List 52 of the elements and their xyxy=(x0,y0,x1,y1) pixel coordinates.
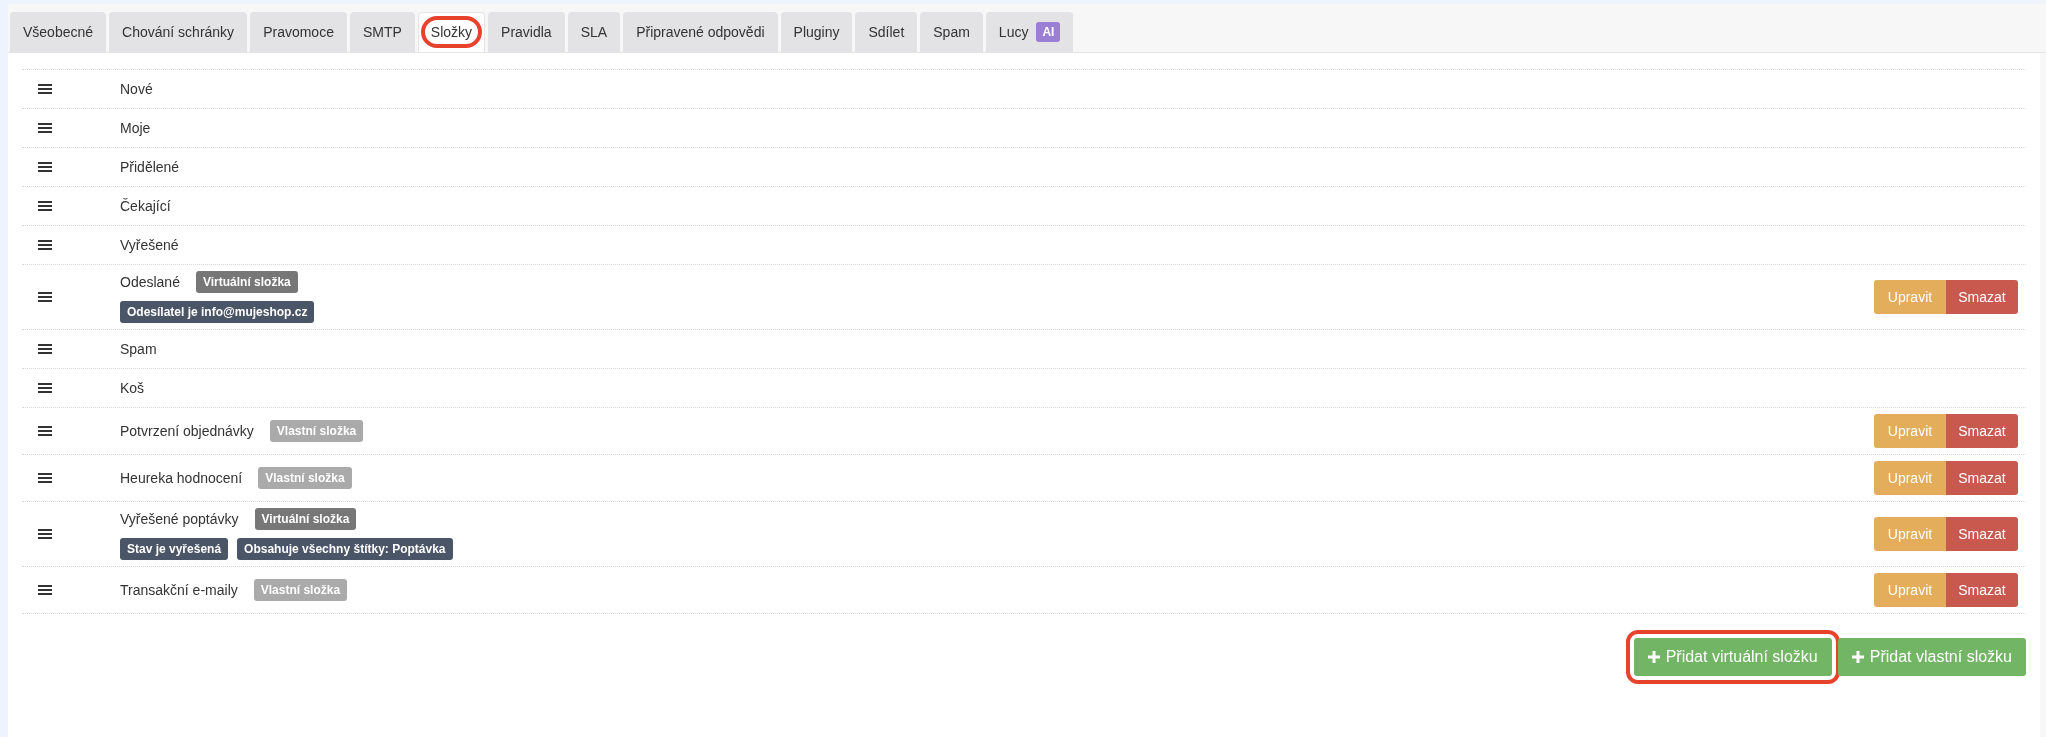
folder-name: Přidělené xyxy=(120,157,180,177)
plus-icon xyxy=(1647,651,1660,663)
delete-button[interactable]: Smazat xyxy=(1946,280,2018,314)
tab[interactable]: Složky xyxy=(417,12,486,52)
delete-button[interactable]: Smazat xyxy=(1946,517,2018,551)
folder-type-badge: Virtuální složka xyxy=(195,271,298,293)
tab[interactable]: Chování schránky xyxy=(109,12,248,52)
drag-handle-icon[interactable] xyxy=(38,343,52,355)
folder-name: Odeslané xyxy=(120,272,180,292)
delete-button[interactable]: Smazat xyxy=(1946,461,2018,495)
folder-name: Vyřešené poptávky xyxy=(120,509,239,529)
condition-badge: Stav je vyřešená xyxy=(120,538,229,560)
folder-name: Heureka hodnocení xyxy=(120,468,243,488)
condition-badge: Obsahuje všechny štítky: Poptávka xyxy=(237,538,453,560)
folder-type-badge: Vlastní složka xyxy=(269,420,364,442)
tab[interactable]: SMTP xyxy=(349,12,415,52)
tab[interactable]: Spam xyxy=(920,12,983,52)
ai-badge: AI xyxy=(1036,22,1061,42)
drag-handle-icon[interactable] xyxy=(38,528,52,540)
drag-handle-icon[interactable] xyxy=(38,472,52,484)
drag-handle-icon[interactable] xyxy=(38,291,52,303)
plus-icon xyxy=(1851,651,1864,663)
delete-button[interactable]: Smazat xyxy=(1946,414,2018,448)
drag-handle-icon[interactable] xyxy=(38,200,52,212)
folder-name: Čekající xyxy=(120,196,171,216)
delete-button[interactable]: Smazat xyxy=(1946,573,2018,607)
drag-handle-icon[interactable] xyxy=(38,239,52,251)
drag-handle-icon[interactable] xyxy=(38,425,52,437)
folder-name: Spam xyxy=(120,339,157,359)
folder-name: Transakční e-maily xyxy=(120,580,238,600)
tab[interactable]: Sdílet xyxy=(855,12,918,52)
condition-badge: Odesílatel je info@mujeshop.cz xyxy=(120,301,315,323)
tab[interactable]: Připravené odpovědi xyxy=(623,12,778,52)
folder-type-badge: Vlastní složka xyxy=(253,579,348,601)
tab[interactable]: Pluginy xyxy=(780,12,853,52)
tab[interactable]: SLA xyxy=(567,12,621,52)
drag-handle-icon[interactable] xyxy=(38,584,52,596)
folder-type-badge: Virtuální složka xyxy=(254,508,357,530)
drag-handle-icon[interactable] xyxy=(38,382,52,394)
tab[interactable]: Lucy AI xyxy=(985,12,1074,52)
tab[interactable]: Pravidla xyxy=(488,12,565,52)
folder-name: Moje xyxy=(120,118,151,138)
tab[interactable]: Všeobecné xyxy=(10,12,107,52)
folder-name: Potvrzení objednávky xyxy=(120,421,254,441)
folder-name: Nové xyxy=(120,79,153,99)
folder-type-badge: Vlastní složka xyxy=(258,467,352,489)
drag-handle-icon[interactable] xyxy=(38,122,52,134)
drag-handle-icon[interactable] xyxy=(38,83,52,95)
drag-handle-icon[interactable] xyxy=(38,161,52,173)
folder-name: Koš xyxy=(120,378,145,398)
folder-name: Vyřešené xyxy=(120,235,179,255)
tab[interactable]: Pravomoce xyxy=(250,12,347,52)
